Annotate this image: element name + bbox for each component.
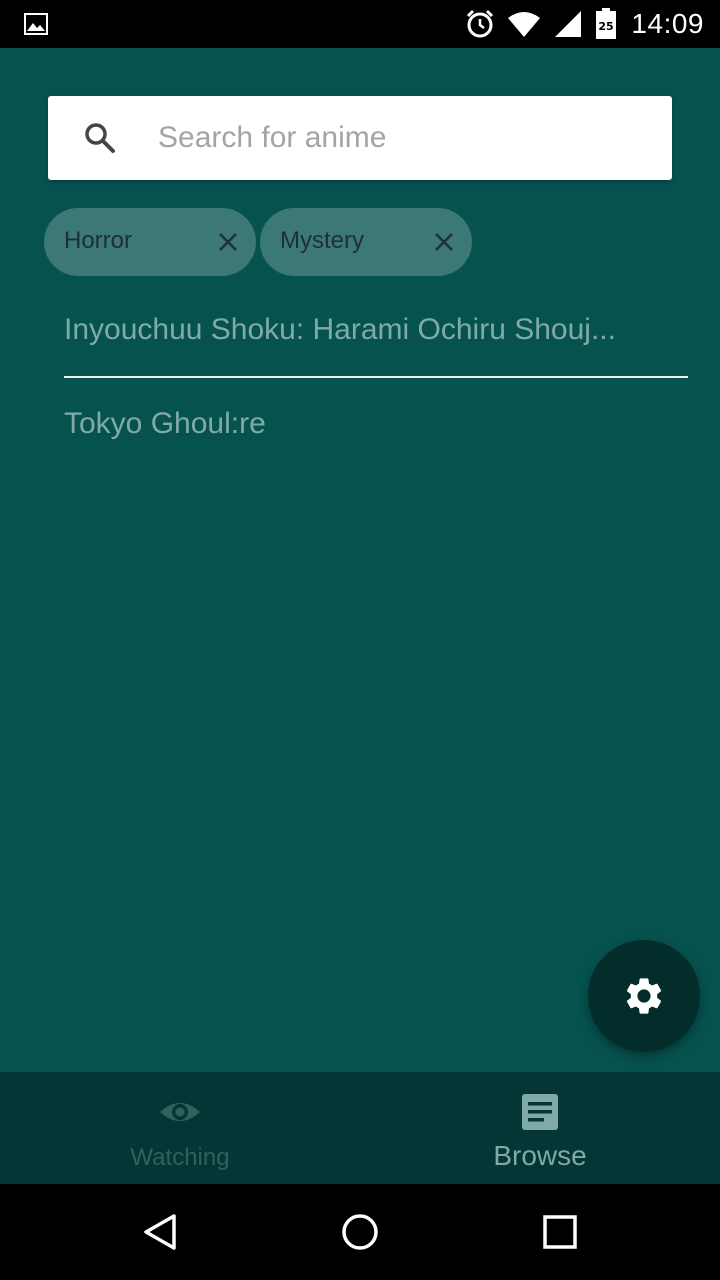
settings-button[interactable] — [588, 940, 700, 1052]
chip-label: Mystery — [280, 227, 364, 254]
back-icon[interactable] — [140, 1212, 180, 1252]
settings-icon — [626, 978, 662, 1014]
cell-signal-icon — [555, 11, 582, 37]
system-navigation-bar — [0, 1184, 720, 1280]
svg-text:25: 25 — [599, 20, 614, 33]
nav-label: Browse — [493, 1140, 587, 1171]
bottom-navigation: Watching Browse — [0, 1072, 720, 1184]
status-bar: 25 14:09 — [0, 0, 720, 48]
filter-chips: Horror Mystery — [44, 208, 476, 276]
nav-browse[interactable]: Browse — [360, 1072, 720, 1184]
battery-icon: 25 — [596, 8, 617, 39]
close-icon[interactable] — [430, 228, 458, 256]
search-input[interactable] — [158, 114, 638, 162]
alarm-icon — [467, 9, 494, 38]
gallery-icon — [24, 13, 48, 35]
list-item[interactable]: Inyouchuu Shoku: Harami Ochiru Shouj... — [64, 284, 688, 376]
main-content: Horror Mystery Inyouchuu Shoku: Harami O… — [0, 48, 720, 1072]
search-icon — [85, 123, 115, 153]
home-icon[interactable] — [340, 1212, 380, 1252]
close-icon[interactable] — [214, 228, 242, 256]
wifi-icon — [508, 12, 541, 37]
nav-label: Watching — [130, 1144, 230, 1171]
filter-chip-mystery[interactable]: Mystery — [260, 208, 472, 276]
search-bar[interactable] — [48, 96, 672, 180]
list-item[interactable]: Tokyo Ghoul:re — [64, 378, 688, 470]
status-icons: 25 14:09 — [453, 6, 704, 42]
chip-label: Horror — [64, 227, 133, 254]
filter-chip-horror[interactable]: Horror — [44, 208, 256, 276]
document-icon — [522, 1094, 558, 1130]
eye-icon — [160, 1103, 200, 1121]
nav-watching[interactable]: Watching — [0, 1072, 360, 1184]
recents-icon[interactable] — [540, 1212, 580, 1252]
clock: 14:09 — [631, 8, 704, 39]
results-list: Inyouchuu Shoku: Harami Ochiru Shouj... … — [64, 284, 688, 470]
